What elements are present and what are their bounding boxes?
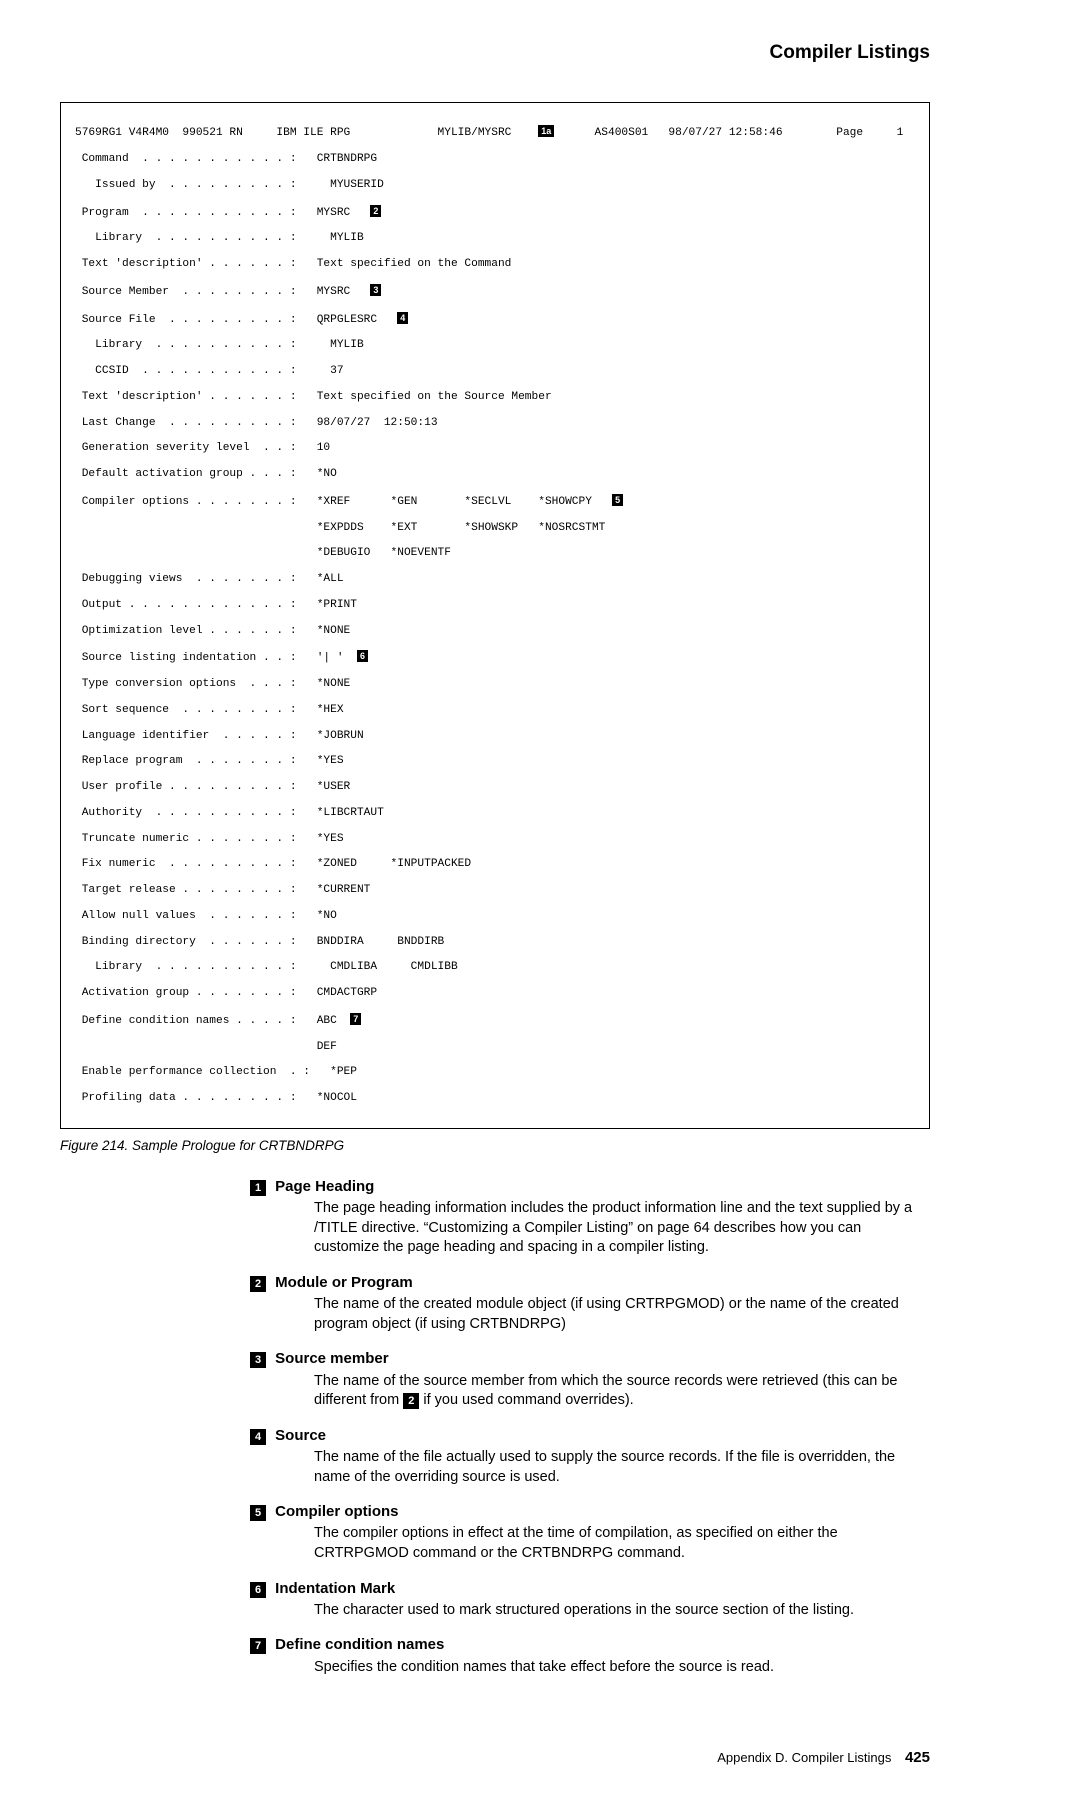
cmd-program-lib: Library . . . . . . . . . . : MYLIB: [75, 232, 915, 245]
def-body-7: Specifies the condition names that take …: [314, 1658, 920, 1678]
def-num-1: 1: [250, 1180, 266, 1196]
cmd-output: Output . . . . . . . . . . . . : *PRINT: [75, 599, 915, 612]
def-title-4: Source: [275, 1427, 326, 1444]
callout-7: 7: [350, 1013, 361, 1025]
callout-4: 4: [397, 312, 408, 324]
cmd-src-indent: Source listing indentation . . : '| ': [75, 652, 357, 664]
cmd-ccsid: CCSID . . . . . . . . . . . : 37: [75, 365, 915, 378]
def-body-6: The character used to mark structured op…: [314, 1601, 920, 1621]
cmd-compiler-options1: Compiler options . . . . . . . : *XREF *…: [75, 496, 612, 508]
cmd-tgtrls: Target release . . . . . . . . : *CURREN…: [75, 884, 915, 897]
cmd-source-file: Source File . . . . . . . . . : QRPGLESR…: [75, 314, 397, 326]
cmd-authority: Authority . . . . . . . . . . : *LIBCRTA…: [75, 807, 915, 820]
callout-2: 2: [370, 205, 381, 217]
def-body-5: The compiler options in effect at the ti…: [314, 1524, 920, 1563]
cmd-fixnum: Fix numeric . . . . . . . . . : *ZONED *…: [75, 858, 915, 871]
def-item-6: 6 Indentation Mark The character used to…: [250, 1578, 920, 1621]
cmd-compiler-options2: *EXPDDS *EXT *SHOWSKP *NOSRCSTMT: [75, 522, 915, 535]
cmd-userprof: User profile . . . . . . . . . : *USER: [75, 781, 915, 794]
cmd-text-desc1: Text 'description' . . . . . . : Text sp…: [75, 258, 915, 271]
def-title-2: Module or Program: [275, 1274, 413, 1291]
callout-3: 3: [370, 284, 381, 296]
page-footer: Appendix D. Compiler Listings 425: [50, 1747, 930, 1768]
callout-1a: 1a: [538, 125, 554, 137]
cmd-compiler-options3: *DEBUGIO *NOEVENTF: [75, 547, 915, 560]
footer-page-number: 425: [905, 1749, 930, 1766]
cmd-dbgviews: Debugging views . . . . . . . : *ALL: [75, 573, 915, 586]
cmd-command: Command . . . . . . . . . . . : CRTBNDRP…: [75, 153, 915, 166]
cmd-perfcol: Enable performance collection . : *PEP: [75, 1066, 915, 1079]
def-num-6: 6: [250, 1582, 266, 1598]
definition-list: 1 Page Heading The page heading informat…: [250, 1176, 920, 1677]
cmd-profdata: Profiling data . . . . . . . . : *NOCOL: [75, 1092, 915, 1105]
callout-6: 6: [357, 650, 368, 662]
cmd-allownull: Allow null values . . . . . . : *NO: [75, 910, 915, 923]
def-body-2: The name of the created module object (i…: [314, 1295, 920, 1334]
def-item-7: 7 Define condition names Specifies the c…: [250, 1634, 920, 1677]
cmd-defcond: Define condition names . . . . : ABC: [75, 1015, 350, 1027]
callout-5: 5: [612, 494, 623, 506]
def-num-2: 2: [250, 1276, 266, 1292]
def-title-1: Page Heading: [275, 1178, 374, 1195]
cmd-sourcefile-lib: Library . . . . . . . . . . : MYLIB: [75, 339, 915, 352]
def-title-3: Source member: [275, 1350, 388, 1367]
listing-prod-info-a: 5769RG1 V4R4M0 990521 RN IBM ILE RPG MYL…: [75, 127, 538, 139]
cmd-last-change: Last Change . . . . . . . . . : 98/07/27…: [75, 417, 915, 430]
def-body-1: The page heading information includes th…: [314, 1199, 920, 1258]
def-num-5: 5: [250, 1505, 266, 1521]
def-body-3b: if you used command overrides).: [423, 1392, 633, 1408]
def-title-5: Compiler options: [275, 1503, 398, 1520]
cmd-defactgrp: Default activation group . . . : *NO: [75, 468, 915, 481]
cmd-sortseq: Sort sequence . . . . . . . . : *HEX: [75, 704, 915, 717]
cmd-issuedby: Issued by . . . . . . . . . : MYUSERID: [75, 179, 915, 192]
page-header: Compiler Listings: [50, 40, 930, 67]
def-title-6: Indentation Mark: [275, 1580, 395, 1597]
cmd-typeconv: Type conversion options . . . : *NONE: [75, 678, 915, 691]
cmd-truncnum: Truncate numeric . . . . . . . : *YES: [75, 833, 915, 846]
def-body-3: The name of the source member from which…: [314, 1372, 920, 1411]
cmd-replace: Replace program . . . . . . . : *YES: [75, 755, 915, 768]
def-item-4: 4 Source The name of the file actually u…: [250, 1425, 920, 1487]
def-item-5: 5 Compiler options The compiler options …: [250, 1501, 920, 1563]
cmd-program: Program . . . . . . . . . . . : MYSRC: [75, 207, 370, 219]
def-item-1: 1 Page Heading The page heading informat…: [250, 1176, 920, 1258]
def-title-7: Define condition names: [275, 1636, 444, 1653]
listing-prod-info-b: AS400S01 98/07/27 12:58:46 Page 1: [554, 127, 903, 139]
inline-callout-2: 2: [403, 1393, 419, 1409]
def-num-4: 4: [250, 1429, 266, 1445]
def-item-2: 2 Module or Program The name of the crea…: [250, 1272, 920, 1334]
def-num-3: 3: [250, 1352, 266, 1368]
cmd-gensev: Generation severity level . . : 10: [75, 442, 915, 455]
cmd-bnddir: Binding directory . . . . . . : BNDDIRA …: [75, 936, 915, 949]
cmd-bnddir-lib: Library . . . . . . . . . . : CMDLIBA CM…: [75, 961, 915, 974]
compiler-listing-box: 5769RG1 V4R4M0 990521 RN IBM ILE RPG MYL…: [60, 102, 930, 1129]
footer-text: Appendix D. Compiler Listings: [717, 1750, 891, 1765]
cmd-text-desc2: Text 'description' . . . . . . : Text sp…: [75, 391, 915, 404]
cmd-defcond2: DEF: [75, 1041, 915, 1054]
cmd-optlevel: Optimization level . . . . . . : *NONE: [75, 625, 915, 638]
def-num-7: 7: [250, 1638, 266, 1654]
cmd-source-member: Source Member . . . . . . . . : MYSRC: [75, 286, 370, 298]
figure-caption: Figure 214. Sample Prologue for CRTBNDRP…: [60, 1137, 930, 1156]
def-item-3: 3 Source member The name of the source m…: [250, 1348, 920, 1410]
cmd-langid: Language identifier . . . . . : *JOBRUN: [75, 730, 915, 743]
def-body-4: The name of the file actually used to su…: [314, 1448, 920, 1487]
cmd-actgrp: Activation group . . . . . . . : CMDACTG…: [75, 987, 915, 1000]
